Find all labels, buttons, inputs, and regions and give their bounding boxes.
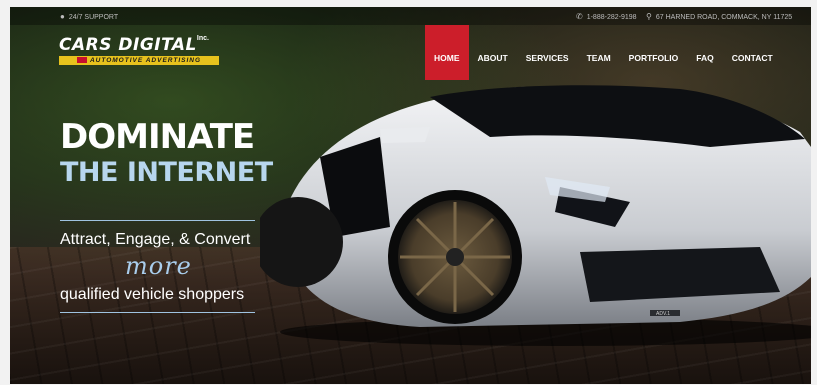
support-info: ● 24/7 SUPPORT <box>60 12 119 21</box>
divider-bottom <box>60 312 255 313</box>
top-info-bar: ● 24/7 SUPPORT ✆ 1-888-282-9198 ⚲ 67 HARNED… <box>10 7 811 25</box>
nav-item-about[interactable]: ABOUT <box>469 25 517 80</box>
main-nav: HOME ABOUT SERVICES TEAM PORTFOLIO FAQ C… <box>425 25 782 80</box>
logo-wordmark: CARS DIGITAL <box>59 35 197 55</box>
map-pin-icon: ⚲ <box>646 12 652 21</box>
nav-item-portfolio[interactable]: PORTFOLIO <box>620 25 688 80</box>
nav-item-faq[interactable]: FAQ <box>687 25 722 80</box>
phone-icon: ✆ <box>576 12 583 21</box>
hero-tagline-2: qualified vehicle shoppers <box>60 286 245 303</box>
hero-emphasis: more <box>125 252 192 280</box>
hero-tagline-1: Attract, Engage, & Convert <box>60 231 251 248</box>
site-logo[interactable]: CARS DIGITALInc. AUTOMOTIVE ADVERTISING <box>59 35 219 65</box>
nav-item-services[interactable]: SERVICES <box>517 25 578 80</box>
nav-item-contact[interactable]: CONTACT <box>723 25 782 80</box>
sports-car-image: ADV.1 <box>260 85 811 346</box>
logo-tagline: AUTOMOTIVE ADVERTISING <box>59 56 219 65</box>
user-icon: ● <box>60 12 65 21</box>
divider-top <box>60 220 255 221</box>
logo-inc: Inc. <box>196 35 209 42</box>
license-plate: ADV.1 <box>656 311 670 317</box>
logo-accent-bar <box>76 57 87 64</box>
phone-info[interactable]: ✆ 1-888-282-9198 <box>576 12 637 21</box>
nav-item-team[interactable]: TEAM <box>578 25 620 80</box>
hero-banner: ADV.1 ● 24/7 SUPPORT ✆ 1-888-282-9198 ⚲ 67 … <box>10 7 811 384</box>
hero-headline: DOMINATE <box>60 117 255 157</box>
nav-item-home[interactable]: HOME <box>425 25 469 80</box>
hero-subheadline: THE INTERNET <box>60 157 273 188</box>
address-info: ⚲ 67 HARNED ROAD, COMMACK, NY 11725 <box>646 12 793 21</box>
